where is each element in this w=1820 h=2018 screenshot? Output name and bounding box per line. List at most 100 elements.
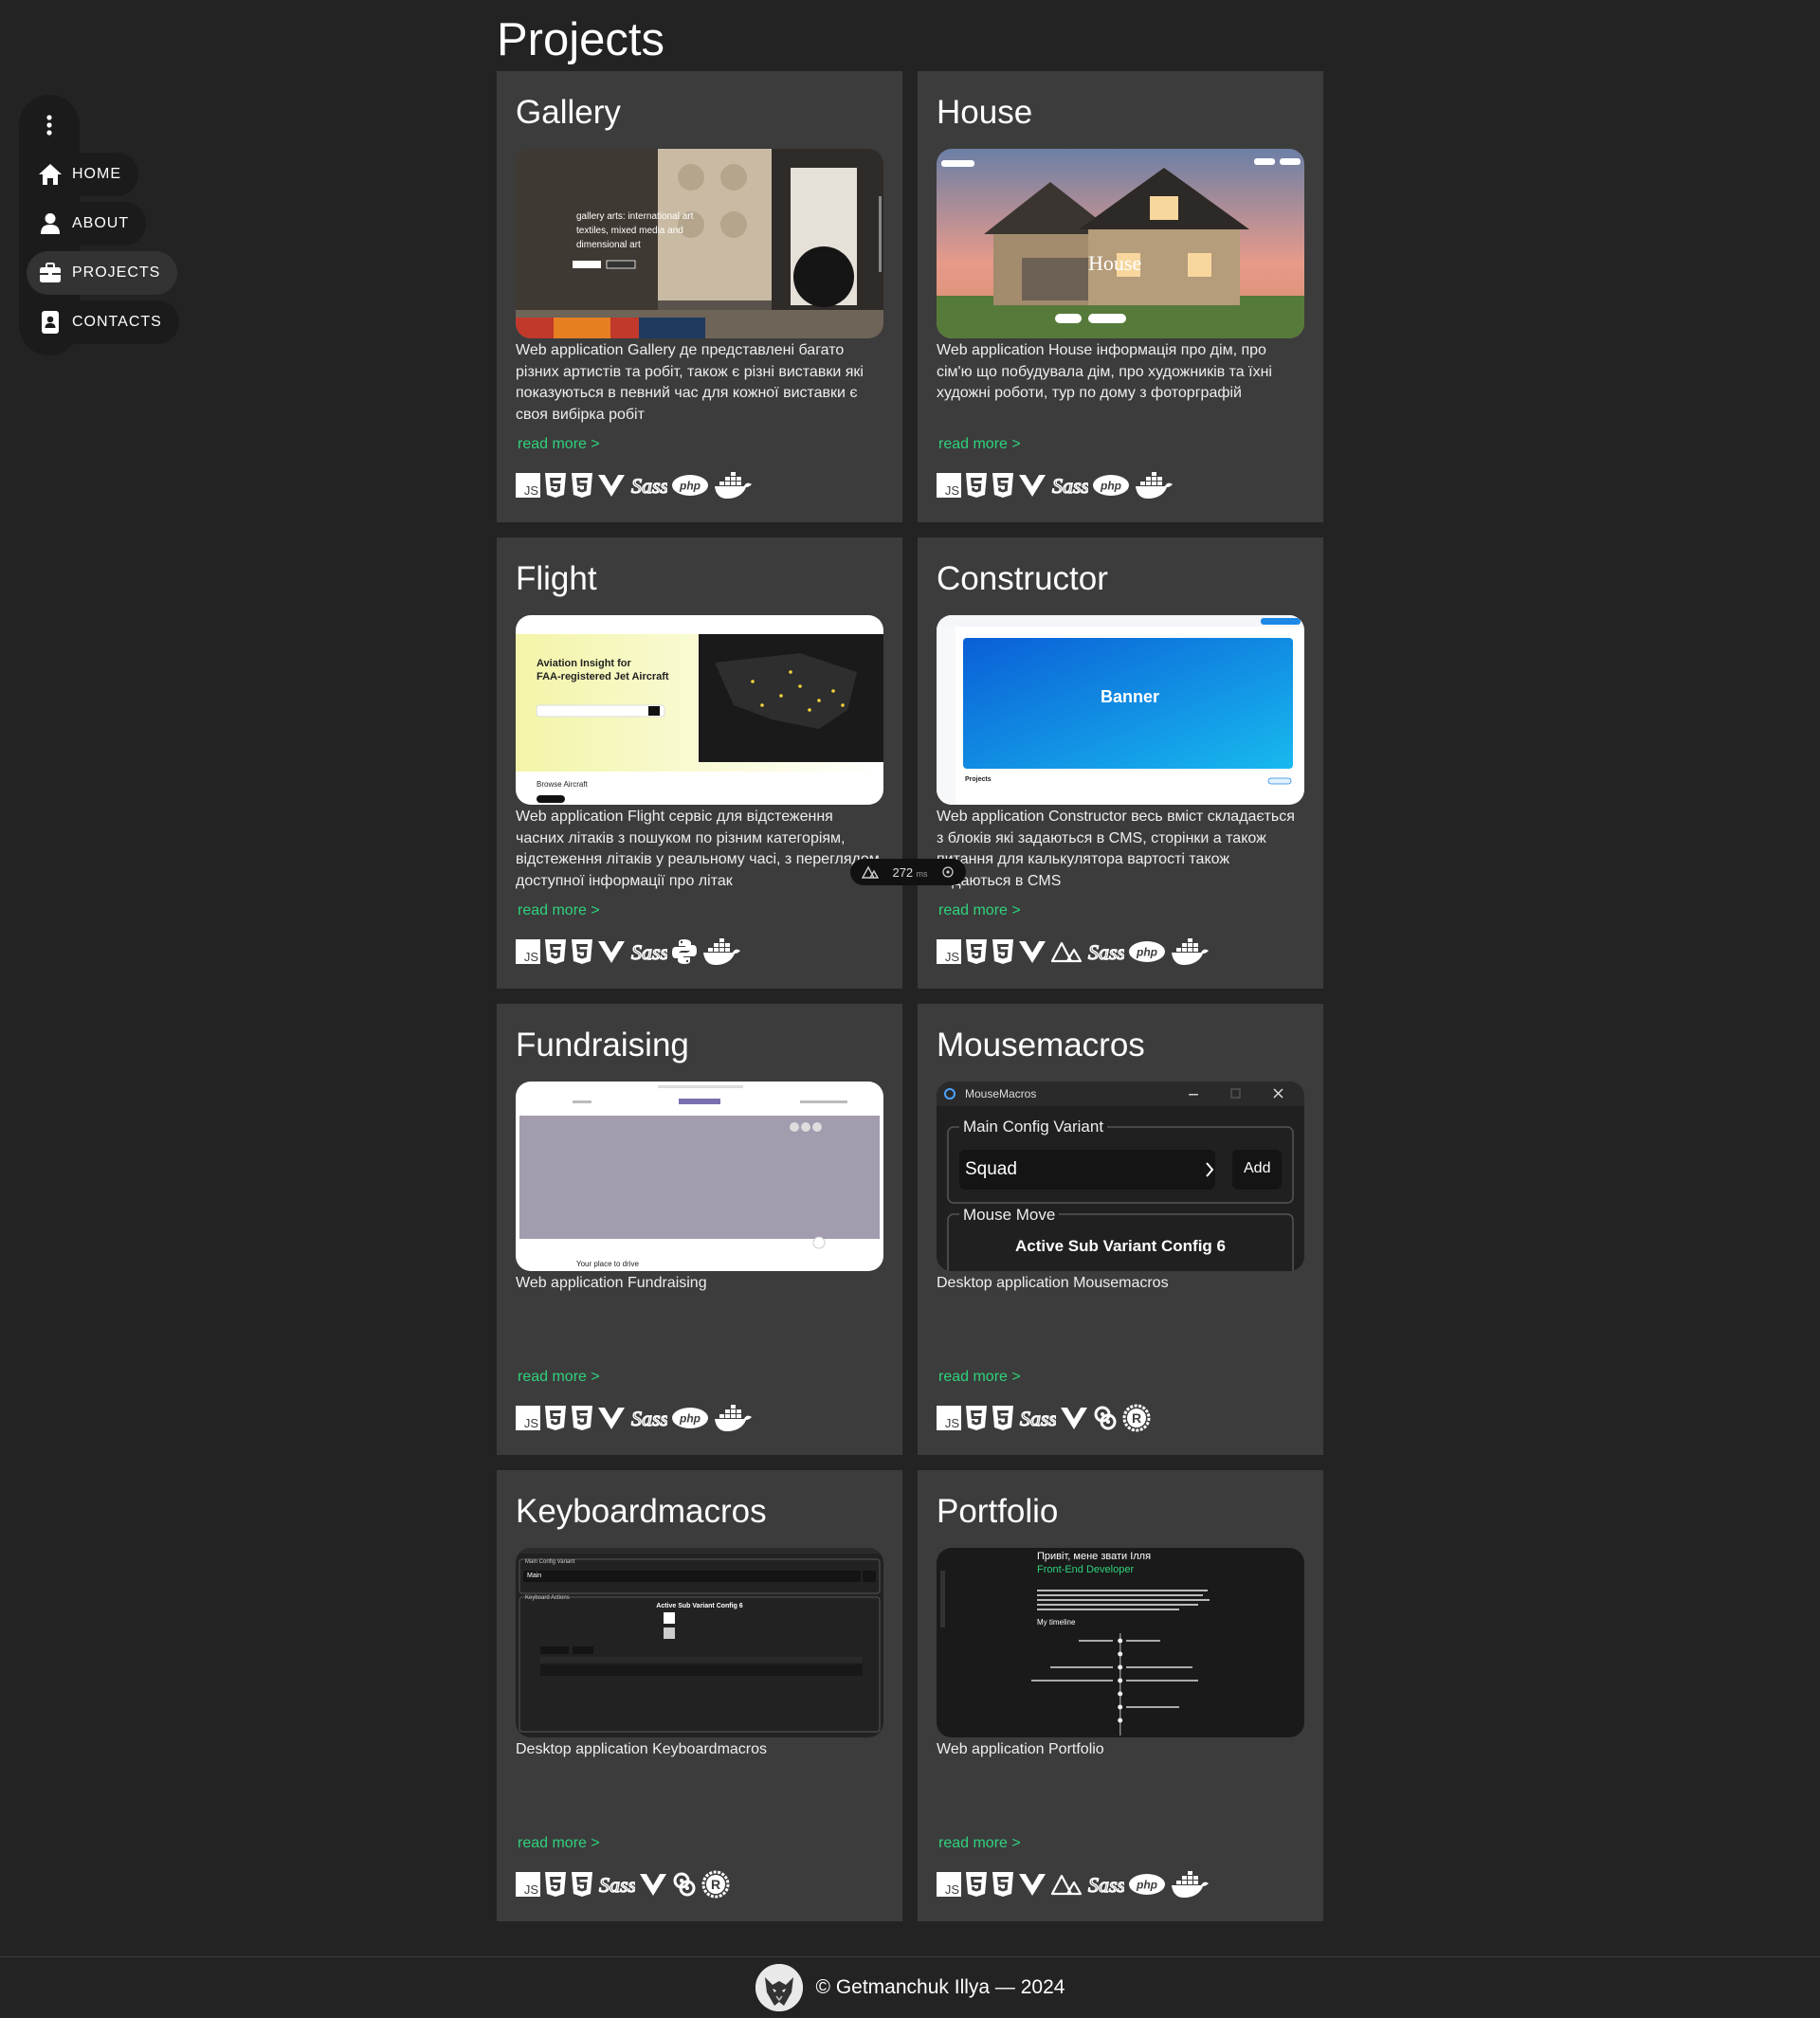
svg-text:Sass: Sass (1052, 474, 1088, 498)
project-screenshot[interactable]: Main Config Variant Main Keyboard Action… (516, 1548, 883, 1737)
tauri-icon (671, 1867, 698, 1901)
project-screenshot[interactable]: gallery arts: international art textiles… (516, 149, 883, 338)
sass-icon: Sass (1018, 1401, 1056, 1435)
html5-icon (544, 1867, 567, 1901)
image-caption: Front-End Developer (1037, 1564, 1135, 1575)
svg-text:JS: JS (945, 1416, 960, 1430)
contact-card-icon (36, 308, 64, 336)
html5-icon (965, 935, 988, 969)
docker-icon (713, 468, 753, 502)
home-icon (36, 160, 64, 189)
project-screenshot[interactable]: House (937, 149, 1304, 338)
nav-item-home[interactable]: HOME (27, 153, 138, 196)
docker-icon (713, 1401, 753, 1435)
briefcase-icon (36, 259, 64, 287)
svg-text:php: php (679, 1412, 701, 1426)
portfolio-preview-image (937, 1548, 1304, 1737)
read-more-link[interactable]: read more > (938, 436, 1021, 453)
nav-item-contacts[interactable]: CONTACTS (27, 300, 179, 344)
read-more-link[interactable]: read more > (938, 902, 1021, 919)
project-screenshot[interactable]: Привіт, мене звати Ілля Front-End Develo… (937, 1548, 1304, 1737)
card-title: Portfolio (937, 1493, 1059, 1530)
project-screenshot[interactable]: Banner Projects (937, 615, 1304, 805)
sass-icon: Sass (629, 1401, 667, 1435)
card-title: House (937, 94, 1033, 131)
css3-icon (992, 468, 1014, 502)
svg-text:JS: JS (524, 483, 539, 498)
docker-icon (1134, 468, 1174, 502)
nav-label: HOME (72, 166, 121, 182)
javascript-icon: JS (516, 1401, 540, 1435)
vue-icon (1018, 1867, 1046, 1901)
project-screenshot[interactable]: MouseMacros Main Config Variant Squad Ad… (937, 1082, 1304, 1271)
wolf-logo-icon (755, 1964, 803, 2011)
php-icon: php (1128, 1867, 1166, 1901)
svg-text:php: php (1136, 1879, 1157, 1892)
image-caption: Banner (1100, 687, 1159, 706)
css3-icon (992, 1401, 1014, 1435)
house-preview-image (937, 149, 1304, 338)
image-caption: House (1088, 251, 1142, 275)
page-title: Projects (497, 14, 665, 65)
tech-stack: JS Sass php (516, 467, 753, 503)
tech-stack: JS Sass R (937, 1400, 1151, 1436)
target-icon[interactable] (941, 865, 955, 879)
read-more-link[interactable]: read more > (518, 1369, 600, 1386)
image-caption: Active Sub Variant Config 6 (1015, 1237, 1226, 1255)
footer: © Getmanchuk Illya — 2024 (0, 1964, 1820, 2011)
vue-icon (597, 468, 626, 502)
javascript-icon: JS (516, 1867, 540, 1901)
card-description: Web application Constructor весь вміст с… (937, 809, 1295, 889)
project-card-portfolio: Portfolio Привіт, мене звати Ілля Front-… (918, 1470, 1323, 1921)
svg-text:Sass: Sass (1020, 1407, 1056, 1430)
read-more-link[interactable]: read more > (938, 1369, 1021, 1386)
image-caption: dimensional art (576, 240, 641, 250)
docker-icon (1170, 935, 1210, 969)
card-description: Web application Fundraising (516, 1275, 707, 1291)
project-card-house: House House Web application House інформ… (918, 71, 1323, 522)
tauri-icon (1092, 1401, 1119, 1435)
read-more-link[interactable]: read more > (518, 1835, 600, 1852)
svg-text:JS: JS (524, 950, 539, 964)
card-title: Constructor (937, 560, 1108, 597)
constructor-preview-image (937, 615, 1304, 805)
card-description: Web application Gallery де представлені … (516, 342, 864, 423)
svg-text:JS: JS (524, 1882, 539, 1897)
menu-toggle-button[interactable] (30, 112, 68, 138)
user-icon (36, 209, 64, 238)
tech-stack: JS Sass php (516, 1400, 753, 1436)
card-title: Mousemacros (937, 1027, 1145, 1064)
nav-item-about[interactable]: ABOUT (27, 202, 147, 245)
image-caption: FAA-registered Jet Aircraft (537, 671, 669, 682)
javascript-icon: JS (937, 468, 961, 502)
tech-stack: JS Sass php (937, 934, 1210, 970)
javascript-icon: JS (937, 935, 961, 969)
svg-text:php: php (1136, 946, 1157, 959)
footer-copyright: © Getmanchuk Illya — 2024 (815, 1976, 1065, 1998)
image-caption: Main Config Variant (959, 1118, 1108, 1136)
card-title: Keyboardmacros (516, 1493, 767, 1530)
nav-label: CONTACTS (72, 314, 162, 330)
projects-grid: Gallery gallery arts: international art (497, 71, 1323, 1921)
read-more-link[interactable]: read more > (518, 436, 600, 453)
read-more-link[interactable]: read more > (938, 1835, 1021, 1852)
docker-icon (1170, 1867, 1210, 1901)
css3-icon (571, 1401, 593, 1435)
project-screenshot[interactable]: Your place to drive (516, 1082, 883, 1271)
image-caption: Aviation Insight for (537, 658, 631, 669)
vue-icon (1060, 1401, 1088, 1435)
read-more-link[interactable]: read more > (518, 902, 600, 919)
nav-item-projects[interactable]: PROJECTS (27, 251, 178, 295)
card-title: Gallery (516, 94, 621, 131)
sass-icon: Sass (1086, 1867, 1124, 1901)
keyboardmacros-preview-image (516, 1548, 883, 1737)
rust-icon: R (701, 1867, 730, 1901)
card-description: Desktop application Mousemacros (937, 1275, 1169, 1291)
rust-icon: R (1122, 1401, 1151, 1435)
image-caption: Keyboard Actions (525, 1595, 570, 1601)
javascript-icon: JS (937, 1867, 961, 1901)
html5-icon (965, 468, 988, 502)
image-caption: Main (527, 1573, 542, 1579)
project-screenshot[interactable]: Aviation Insight for FAA-registered Jet … (516, 615, 883, 805)
card-description: Web application Portfolio (937, 1741, 1104, 1757)
